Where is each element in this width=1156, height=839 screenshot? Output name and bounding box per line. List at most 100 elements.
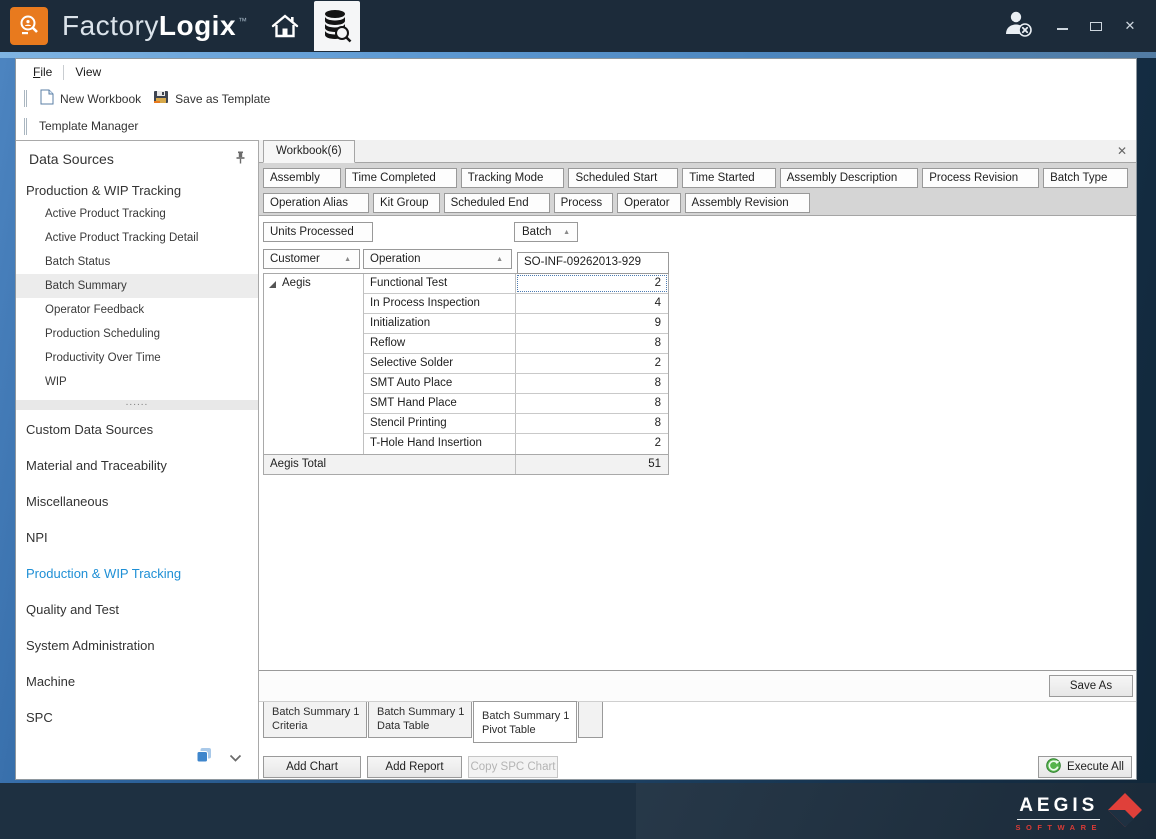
value-cell[interactable]: 8 [516,414,668,433]
pin-icon[interactable] [235,151,246,167]
add-report-button[interactable]: Add Report [367,756,462,778]
field-chip-operator[interactable]: Operator [617,193,680,213]
field-chip-time-started[interactable]: Time Started [682,168,775,188]
sidebar-item-productivity-over-time[interactable]: Productivity Over Time [16,346,258,370]
operation-cell[interactable]: Reflow [364,334,516,353]
chevron-down-icon[interactable] [229,749,242,767]
toolbar-grip[interactable] [24,118,27,135]
field-chip-scheduled-start[interactable]: Scheduled Start [568,168,678,188]
tab-line1: Batch Summary 1 [272,705,366,719]
workbook-tabstrip: Workbook(6) ✕ [259,140,1136,163]
menu-view[interactable]: View [68,62,108,82]
add-chart-button[interactable]: Add Chart [263,756,361,778]
sidebar-category-machine[interactable]: Machine [16,664,258,700]
group-cell-aegis[interactable]: Aegis [264,274,364,454]
sidebar-item-operator-feedback[interactable]: Operator Feedback [16,298,258,322]
sidebar-category-npi[interactable]: NPI [16,520,258,556]
sidebar-category-production-wip-tracking[interactable]: Production & WIP Tracking [16,556,258,592]
execute-all-button[interactable]: Execute All [1038,756,1132,778]
operation-cell[interactable]: In Process Inspection [364,294,516,313]
field-chip-batch-type[interactable]: Batch Type [1043,168,1128,188]
sidebar-item-wip[interactable]: WIP [16,370,258,394]
row-field-chip-customer[interactable]: Customer ▲ [263,249,360,269]
table-row: Stencil Printing 8 [364,414,668,434]
layers-icon[interactable] [195,746,213,769]
sidebar-category-spc[interactable]: SPC [16,700,258,736]
value-cell[interactable]: 9 [516,314,668,333]
menu-file[interactable]: File [26,62,59,82]
operation-cell[interactable]: T-Hole Hand Insertion [364,434,516,454]
sidebar-item-batch-status[interactable]: Batch Status [16,250,258,274]
new-workbook-button[interactable]: New Workbook [35,87,149,110]
value-cell[interactable]: 8 [516,334,668,353]
maximize-button[interactable] [1088,19,1104,34]
tab-line1: Batch Summary 1 [377,705,471,719]
aegis-software-logo: AEGIS SOFTWARE [1016,791,1145,836]
field-chip-kit-group[interactable]: Kit Group [373,193,440,213]
bottom-actions: Add Chart Add Report Copy SPC Chart Exe [263,756,1132,779]
tab-workbook[interactable]: Workbook(6) [263,140,355,163]
tab-stub[interactable] [578,702,603,738]
data-analysis-icon[interactable] [314,1,360,51]
column-header-batch-value[interactable]: SO-INF-09262013-929 [517,252,669,274]
operation-cell[interactable]: Initialization [364,314,516,333]
value-cell[interactable]: 8 [516,394,668,413]
field-chip-process-revision[interactable]: Process Revision [922,168,1039,188]
sidebar-item-active-product-tracking-detail[interactable]: Active Product Tracking Detail [16,226,258,250]
sidebar-category-miscellaneous[interactable]: Miscellaneous [16,484,258,520]
field-chip-tracking-mode[interactable]: Tracking Mode [461,168,565,188]
tab-batch-summary-criteria[interactable]: Batch Summary 1 Criteria [263,702,367,738]
data-field-chip-units-processed[interactable]: Units Processed [263,222,373,242]
operation-cell[interactable]: Functional Test [364,274,516,293]
sort-asc-icon: ▲ [344,256,351,263]
template-manager-button[interactable]: Template Manager [35,117,146,135]
sidebar-category-custom-data-sources[interactable]: Custom Data Sources [16,412,258,448]
sidebar-data-sources: Data Sources Production & WIP Tracking A… [16,140,259,779]
logout-user-icon[interactable] [1002,9,1036,44]
column-field-chip-batch[interactable]: Batch ▲ [514,222,578,242]
value-cell[interactable]: 2 [516,354,668,373]
tab-line2: Data Table [377,719,471,733]
sidebar-splitter-handle[interactable]: ...... [16,400,258,410]
sidebar-item-active-product-tracking[interactable]: Active Product Tracking [16,202,258,226]
field-chip-time-completed[interactable]: Time Completed [345,168,457,188]
tab-batch-summary-pivot-table[interactable]: Batch Summary 1 Pivot Table [473,701,577,743]
pivot-header-row: Customer ▲ Operation ▲ SO-INF-09262013-9… [263,249,669,274]
sidebar-category-quality-and-test[interactable]: Quality and Test [16,592,258,628]
tab-line1: Batch Summary 1 [482,709,576,723]
expand-group-icon[interactable] [269,281,276,288]
operation-cell[interactable]: SMT Auto Place [364,374,516,393]
aegis-tagline: SOFTWARE [1016,823,1103,832]
field-chip-assembly-description[interactable]: Assembly Description [780,168,919,188]
batch-chip-label: Batch [522,226,551,238]
field-chip-operation-alias[interactable]: Operation Alias [263,193,369,213]
close-button[interactable]: ✕ [1122,18,1138,34]
field-chip-scheduled-end[interactable]: Scheduled End [444,193,550,213]
pivot-table: Customer ▲ Operation ▲ SO-INF-09262013-9… [263,249,669,475]
operation-cell[interactable]: SMT Hand Place [364,394,516,413]
operation-cell[interactable]: Selective Solder [364,354,516,373]
row-field-chip-operation[interactable]: Operation ▲ [363,249,512,269]
sidebar-category-material-traceability[interactable]: Material and Traceability [16,448,258,484]
field-chip-process[interactable]: Process [554,193,614,213]
new-workbook-label: New Workbook [60,92,141,106]
save-as-template-button[interactable]: Save as Template [149,87,278,110]
sidebar-item-batch-summary[interactable]: Batch Summary [16,274,258,298]
value-cell[interactable]: 8 [516,374,668,393]
home-icon[interactable] [262,0,308,52]
workbook-close-icon[interactable]: ✕ [1117,144,1127,158]
operation-cell[interactable]: Stencil Printing [364,414,516,433]
table-row: In Process Inspection 4 [364,294,668,314]
minimize-button[interactable] [1054,19,1070,34]
tab-batch-summary-data-table[interactable]: Batch Summary 1 Data Table [368,702,472,738]
value-cell[interactable]: 2 [516,434,668,454]
save-as-button[interactable]: Save As [1049,675,1133,697]
toolbar-grip[interactable] [24,90,27,107]
sidebar-category-system-administration[interactable]: System Administration [16,628,258,664]
value-cell-selected[interactable]: 2 [516,274,668,293]
value-cell[interactable]: 4 [516,294,668,313]
field-chip-assembly-revision[interactable]: Assembly Revision [685,193,810,213]
execute-all-label: Execute All [1067,761,1124,773]
field-chip-assembly[interactable]: Assembly [263,168,341,188]
sidebar-item-production-scheduling[interactable]: Production Scheduling [16,322,258,346]
